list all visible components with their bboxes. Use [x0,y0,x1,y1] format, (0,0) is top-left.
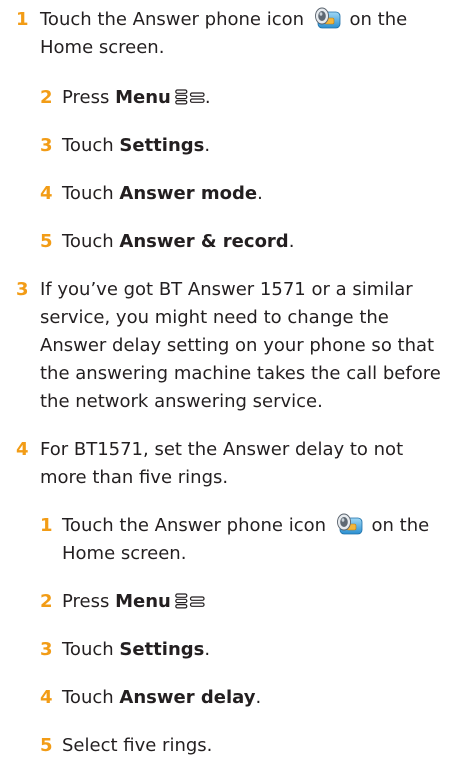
step-text: Press Menu [62,588,444,616]
step-text-start: Touch [62,687,114,708]
step-text-start: Press [62,591,110,612]
step-text-end: . [204,87,211,108]
step-number: 5 [40,735,53,756]
menu-label: Menu [115,87,171,108]
step-number: 3 [40,135,53,156]
step-text: Touch Settings. [62,636,444,664]
paragraph-number: 4 [16,439,29,460]
answer-delay-label: Answer delay [119,687,256,708]
step-text: Touch Settings. [62,132,444,160]
settings-label: Settings [119,135,205,156]
step-text-start: Touch [62,231,114,252]
step-text: Select five rings. [62,735,213,756]
paragraph-text: For BT1571, set the Answer delay to not … [40,439,404,488]
step-text-end: . [204,639,211,660]
step-text-start: Touch [62,183,114,204]
step-text: Touch the Answer phone icon on the Home … [40,6,444,62]
step-number: 3 [40,639,53,660]
step-number: 1 [16,9,29,30]
answer-record-label: Answer & record [119,231,289,252]
step-text-start: Touch the Answer phone icon [62,515,327,536]
step-text: Touch Answer & record. [62,228,444,256]
paragraph-text: If you’ve got BT Answer 1571 or a simila… [40,279,441,412]
step-number: 5 [40,231,53,252]
settings-label: Settings [119,639,205,660]
menu-label: Menu [115,591,171,612]
step-number: 2 [40,591,53,612]
step-number: 4 [40,183,53,204]
step-number: 1 [40,515,53,536]
answer-mode-label: Answer mode [119,183,258,204]
step-text-start: Touch [62,639,114,660]
step-text-start: Touch the Answer phone icon [40,9,305,30]
step-text: Touch Answer delay. [62,684,444,712]
step-text-end: . [257,183,263,204]
step-text-start: Press [62,87,110,108]
paragraph-number: 3 [16,279,29,300]
answer-phone-icon [334,512,364,536]
menu-key-icon [175,593,205,609]
step-text-end: . [288,231,295,252]
step-number: 2 [40,87,53,108]
step-text: Press Menu. [62,84,444,112]
instructions-page: 1 Touch the Answer phone icon on the Hom… [0,0,460,756]
step-text: Touch Answer mode. [62,180,444,208]
answer-phone-icon [312,6,342,30]
step-text-end: . [204,135,211,156]
menu-key-icon [175,89,205,105]
step-text: Touch the Answer phone icon on the Home … [62,512,444,568]
step-text-start: Touch [62,135,114,156]
step-text-end: . [255,687,262,708]
step-number: 4 [40,687,53,708]
